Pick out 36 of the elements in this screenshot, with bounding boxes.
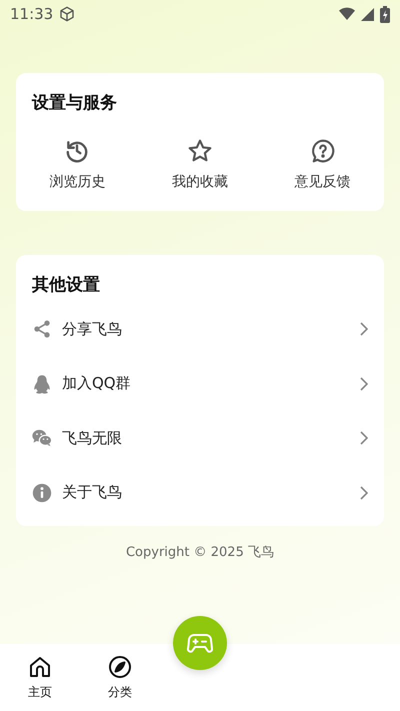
question-bubble-icon (310, 138, 336, 164)
compass-icon (108, 654, 132, 678)
share-icon (32, 319, 52, 340)
gamepad-icon (187, 632, 213, 654)
home-icon (28, 654, 52, 678)
section-title: 其他设置 (32, 274, 101, 296)
battery-icon (380, 6, 390, 22)
settings-label: 关于飞鸟 (62, 483, 123, 502)
settings-label: 飞鸟无限 (62, 428, 123, 448)
service-item[interactable]: 浏览历史 (16, 138, 139, 191)
chevron-right-icon (360, 376, 368, 391)
settings-row[interactable]: 飞鸟无限 (16, 411, 384, 466)
chevron-right-icon (360, 486, 368, 500)
nav-tab[interactable]: 分类 (80, 644, 160, 711)
penguin-icon (32, 374, 52, 394)
info-icon (32, 482, 52, 503)
settings-row[interactable]: 关于飞鸟 (16, 466, 384, 520)
game-fab-button[interactable] (173, 616, 227, 670)
settings-label: 分享飞鸟 (62, 320, 123, 339)
section-title: 设置与服务 (32, 92, 118, 114)
star-icon (187, 138, 213, 164)
chevron-right-icon (360, 431, 368, 446)
copyright-text: Copyright © 2025 飞鸟 (126, 545, 274, 560)
nav-tab[interactable]: 主页 (0, 644, 80, 711)
service-item[interactable]: 意见反馈 (261, 138, 384, 191)
chat-bubbles-icon (32, 428, 52, 448)
service-item[interactable]: 我的收藏 (138, 138, 262, 191)
chevron-right-icon (360, 322, 368, 336)
wifi-icon (339, 7, 355, 21)
settings-label: 加入QQ群 (62, 374, 132, 394)
signal-icon (361, 8, 374, 20)
settings-row[interactable]: 加入QQ群 (16, 356, 384, 411)
history-icon (64, 138, 90, 164)
settings-row[interactable]: 分享飞鸟 (16, 302, 384, 356)
cube-icon (59, 6, 76, 22)
status-time: 11:33 (10, 5, 54, 23)
